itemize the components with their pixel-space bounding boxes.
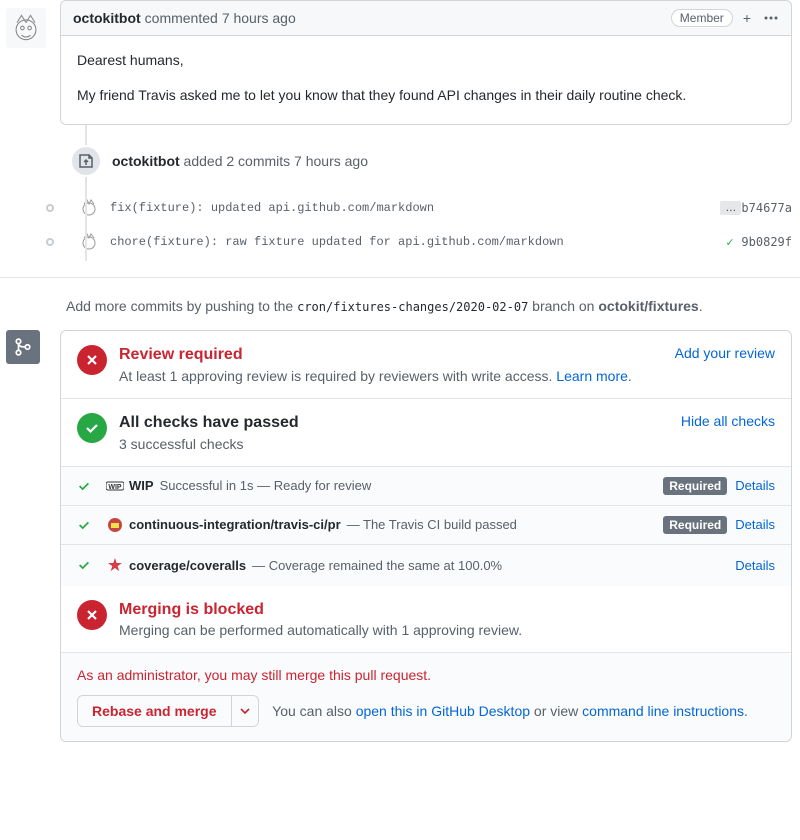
commit-dot-icon (46, 238, 54, 246)
member-badge: Member (671, 9, 733, 27)
check-icon (77, 413, 107, 443)
comment: octokitbot commented 7 hours ago Member … (60, 0, 792, 125)
add-review-link[interactable]: Add your review (675, 345, 775, 361)
expand-icon[interactable]: … (720, 201, 741, 215)
svg-text:WIP: WIP (108, 484, 122, 491)
event-author[interactable]: octokitbot (112, 153, 180, 169)
travis-app-icon (101, 517, 129, 533)
comment-body: Dearest humans, My friend Travis asked m… (61, 36, 791, 124)
commit-sha[interactable]: 9b0829f (741, 235, 792, 249)
comment-action: commented (145, 10, 218, 26)
check-name[interactable]: continuous-integration/travis-ci/pr (129, 517, 341, 532)
check-details-link[interactable]: Details (735, 558, 775, 573)
wip-app-icon: WIP (101, 479, 129, 493)
cli-instructions-link[interactable]: command line instructions (582, 703, 744, 719)
review-required-title: Review required (119, 345, 675, 366)
check-desc: — The Travis CI build passed (347, 517, 517, 532)
review-desc: At least 1 approving review is required … (119, 368, 556, 384)
check-pass-icon (77, 558, 101, 572)
event-text: added 2 commits (184, 153, 291, 169)
check-row: continuous-integration/travis-ci/pr — Th… (61, 505, 791, 544)
repo-name[interactable]: octokit/fixtures (598, 298, 698, 314)
repo-push-icon (70, 145, 102, 177)
author-avatar[interactable] (6, 8, 46, 48)
commit-message[interactable]: fix(fixture): updated api.github.com/mar… (110, 201, 712, 215)
learn-more-link[interactable]: Learn more (556, 368, 628, 384)
checks-count: 3 successful checks (119, 436, 681, 452)
checks-title: All checks have passed (119, 413, 681, 434)
check-details-link[interactable]: Details (735, 478, 775, 493)
check-pass-icon (77, 479, 101, 493)
merge-status-box: Review required At least 1 approving rev… (60, 330, 792, 742)
merge-blocked-desc: Merging can be performed automatically w… (119, 622, 775, 638)
check-row: WIP WIP Successful in 1s — Ready for rev… (61, 466, 791, 505)
check-icon[interactable]: ✓ (726, 235, 733, 249)
commit-avatar[interactable] (78, 231, 100, 253)
check-details-link[interactable]: Details (735, 517, 775, 532)
event-time[interactable]: 7 hours ago (294, 153, 368, 169)
add-reaction-button[interactable]: + (743, 10, 753, 26)
check-desc: Successful in 1s — Ready for review (160, 478, 372, 493)
check-desc: — Coverage remained the same at 100.0% (252, 558, 502, 573)
commit-row: chore(fixture): raw fixture updated for … (46, 225, 792, 259)
hide-checks-link[interactable]: Hide all checks (681, 413, 775, 429)
commit-sha[interactable]: b74677a (741, 201, 792, 215)
comment-line: Dearest humans, (77, 50, 775, 71)
push-hint: Add more commits by pushing to the cron/… (66, 298, 792, 314)
check-row: ★ coverage/coveralls — Coverage remained… (61, 544, 791, 586)
check-name[interactable]: WIP (129, 478, 154, 493)
comment-line: My friend Travis asked me to let you kno… (77, 85, 775, 106)
git-merge-icon (6, 330, 40, 364)
open-desktop-link[interactable]: open this in GitHub Desktop (356, 703, 530, 719)
check-pass-icon (77, 518, 101, 532)
kebab-icon[interactable] (763, 10, 779, 26)
check-name[interactable]: coverage/coveralls (129, 558, 246, 573)
comment-author[interactable]: octokitbot (73, 10, 141, 26)
comment-time[interactable]: 7 hours ago (222, 10, 296, 26)
commit-message[interactable]: chore(fixture): raw fixture updated for … (110, 235, 726, 249)
commit-dot-icon (46, 204, 54, 212)
x-icon (77, 345, 107, 375)
commit-row: fix(fixture): updated api.github.com/mar… (46, 191, 792, 225)
required-badge: Required (663, 516, 727, 534)
merge-blocked-title: Merging is blocked (119, 600, 775, 621)
coveralls-app-icon: ★ (101, 555, 129, 576)
x-icon (77, 600, 107, 630)
required-badge: Required (663, 477, 727, 495)
merge-dropdown-button[interactable] (232, 695, 259, 727)
merge-button[interactable]: Rebase and merge (77, 695, 232, 727)
branch-name[interactable]: cron/fixtures-changes/2020-02-07 (297, 300, 528, 314)
commit-avatar[interactable] (78, 197, 100, 219)
admin-merge-note: As an administrator, you may still merge… (77, 667, 775, 683)
